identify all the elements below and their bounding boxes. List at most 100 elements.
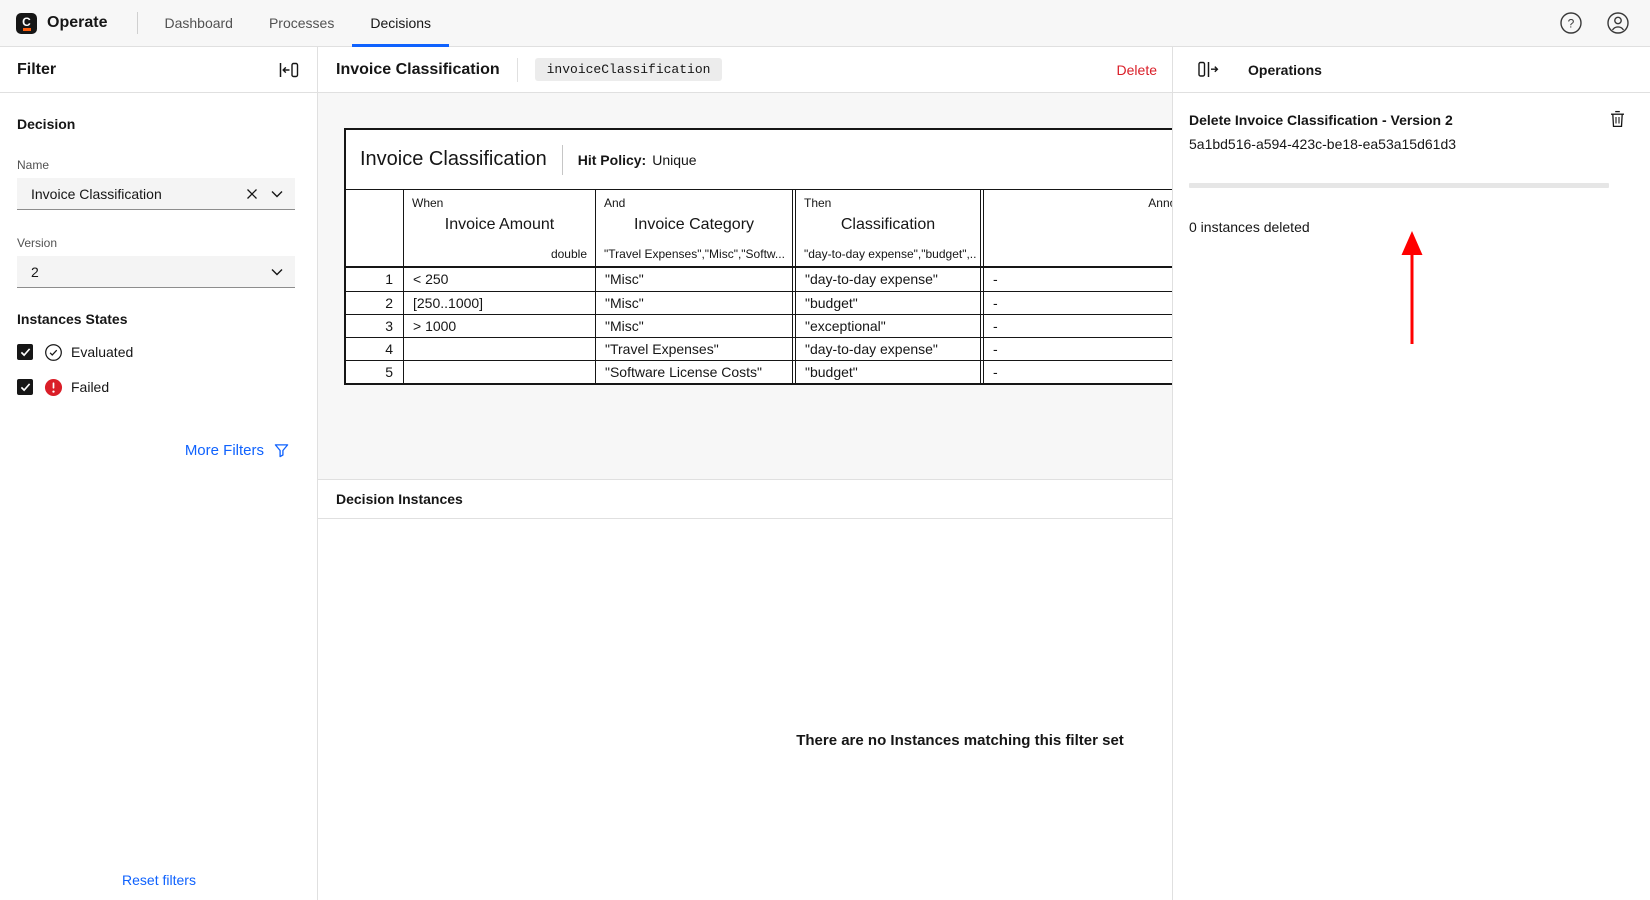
rule-number: 1 (346, 268, 403, 291)
rule-input-entry: "Misc" (595, 292, 792, 314)
help-icon[interactable]: ? (1559, 11, 1583, 35)
rule-annotation: - (980, 268, 1172, 291)
table-row: 2 [250..1000] "Misc" "budget" - (346, 291, 1172, 314)
rule-number: 4 (346, 338, 403, 360)
operation-entry: Delete Invoice Classification - Version … (1173, 93, 1650, 235)
dmn-table-title-bar: Invoice Classification Hit Policy: Uniqu… (346, 130, 1172, 190)
dmn-input-column-header: When Invoice Amount double (403, 190, 595, 266)
rule-input-entry: < 250 (403, 268, 595, 291)
evaluated-checkbox[interactable] (17, 344, 33, 360)
app-title: Operate (47, 14, 107, 32)
rule-input-entry: "Misc" (595, 315, 792, 337)
rule-annotation: - (980, 315, 1172, 337)
rule-output-entry: "day-to-day expense" (792, 268, 980, 291)
filter-panel-header: Filter (0, 47, 317, 93)
dmn-output-column-header: Then Classification "day-to-day expense"… (792, 190, 980, 266)
rule-output-entry: "budget" (792, 361, 980, 383)
trash-icon[interactable] (1609, 110, 1626, 128)
tab-dashboard[interactable]: Dashboard (146, 0, 251, 47)
empty-instances-message: There are no Instances matching this fil… (796, 732, 1124, 749)
svg-text:?: ? (1568, 17, 1575, 31)
operation-title: Delete Invoice Classification - Version … (1189, 112, 1624, 128)
user-icon[interactable] (1606, 11, 1630, 35)
check-circle-icon (44, 343, 63, 362)
nav-right: ? (1559, 11, 1650, 35)
rule-annotation: - (980, 361, 1172, 383)
rule-annotation: - (980, 338, 1172, 360)
operation-progress-bar (1189, 183, 1609, 188)
dmn-rule-number-header (346, 190, 403, 266)
rule-number: 5 (346, 361, 403, 383)
chevron-down-icon[interactable] (271, 268, 283, 276)
decision-instances-header: Decision Instances (318, 480, 1172, 519)
decision-name-combobox[interactable]: Invoice Classification (17, 178, 295, 210)
dmn-decision-table: Invoice Classification Hit Policy: Uniqu… (344, 128, 1172, 385)
rule-annotation: - (980, 292, 1172, 314)
operations-header: Operations (1173, 47, 1650, 93)
error-circle-icon (44, 378, 63, 397)
camunda-logo[interactable]: C (16, 13, 37, 34)
tab-decisions[interactable]: Decisions (352, 0, 449, 47)
name-field-label: Name (17, 158, 300, 172)
decision-version-value: 2 (31, 264, 39, 280)
reset-filters-button[interactable]: Reset filters (0, 872, 318, 888)
filter-sidebar: Filter Decision Name Invoice Classificat… (0, 47, 318, 900)
nav-divider (137, 12, 138, 34)
chevron-down-icon[interactable] (271, 190, 283, 198)
dmn-table-title: Invoice Classification (360, 148, 547, 171)
rule-input-entry: "Software License Costs" (595, 361, 792, 383)
failed-option-row: Failed (17, 377, 300, 397)
more-filters-button[interactable]: More Filters (185, 442, 289, 459)
decision-main: Invoice Classification invoiceClassifica… (318, 47, 1172, 900)
rule-output-entry: "exceptional" (792, 315, 980, 337)
operations-panel: Operations Delete Invoice Classification… (1172, 47, 1650, 900)
failed-label: Failed (71, 379, 109, 395)
operations-title: Operations (1248, 62, 1322, 78)
decision-id-tag: invoiceClassification (535, 58, 723, 81)
rule-input-entry (403, 361, 595, 383)
filter-title: Filter (17, 61, 56, 79)
hit-policy-label: Hit Policy: (578, 152, 646, 168)
decision-instances-title: Decision Instances (336, 491, 463, 507)
clear-selection-icon[interactable] (246, 188, 258, 200)
table-row: 4 "Travel Expenses" "day-to-day expense"… (346, 337, 1172, 360)
version-field-label: Version (17, 236, 300, 250)
decision-name-value: Invoice Classification (31, 186, 162, 202)
decision-version-select[interactable]: 2 (17, 256, 295, 288)
failed-checkbox[interactable] (17, 379, 33, 395)
table-row: 5 "Software License Costs" "budget" - (346, 360, 1172, 383)
operate-app: C Operate Dashboard Processes Decisions … (0, 0, 1650, 900)
filter-content: Decision Name Invoice Classification Ver… (0, 116, 317, 397)
collapse-panel-icon[interactable] (279, 62, 299, 78)
tab-processes[interactable]: Processes (251, 0, 352, 47)
instances-states-heading: Instances States (17, 311, 300, 327)
decision-header: Invoice Classification invoiceClassifica… (318, 47, 1172, 93)
dmn-annotation-column-header: Annotations (980, 190, 1172, 266)
evaluated-option-row: Evaluated (17, 342, 300, 362)
rule-number: 2 (346, 292, 403, 314)
table-row: 3 > 1000 "Misc" "exceptional" - (346, 314, 1172, 337)
top-nav: C Operate Dashboard Processes Decisions … (0, 0, 1650, 47)
dmn-input-column-header: And Invoice Category "Travel Expenses","… (595, 190, 792, 266)
rule-input-entry: "Travel Expenses" (595, 338, 792, 360)
rule-output-entry: "day-to-day expense" (792, 338, 980, 360)
delete-decision-button[interactable]: Delete (1117, 62, 1157, 78)
rule-number: 3 (346, 315, 403, 337)
rule-input-entry: > 1000 (403, 315, 595, 337)
filter-funnel-icon (274, 443, 289, 458)
evaluated-label: Evaluated (71, 344, 133, 360)
more-filters-label: More Filters (185, 442, 264, 459)
logo-accent (23, 28, 31, 31)
operation-id: 5a1bd516-a594-423c-be18-ea53a15d61d3 (1189, 136, 1624, 152)
rule-output-entry: "budget" (792, 292, 980, 314)
dmn-header-row: When Invoice Amount double And Invoice C… (346, 190, 1172, 268)
dmn-viewer: Invoice Classification Hit Policy: Uniqu… (318, 93, 1172, 480)
rule-input-entry: [250..1000] (403, 292, 595, 314)
hit-policy-value: Unique (652, 152, 696, 168)
operation-status: 0 instances deleted (1189, 219, 1624, 235)
expand-panel-icon[interactable] (1198, 61, 1219, 78)
nav-tabs: Dashboard Processes Decisions (146, 0, 449, 47)
decision-instances-list: There are no Instances matching this fil… (318, 519, 1172, 900)
rule-input-entry (403, 338, 595, 360)
table-row: 1 < 250 "Misc" "day-to-day expense" - (346, 268, 1172, 291)
